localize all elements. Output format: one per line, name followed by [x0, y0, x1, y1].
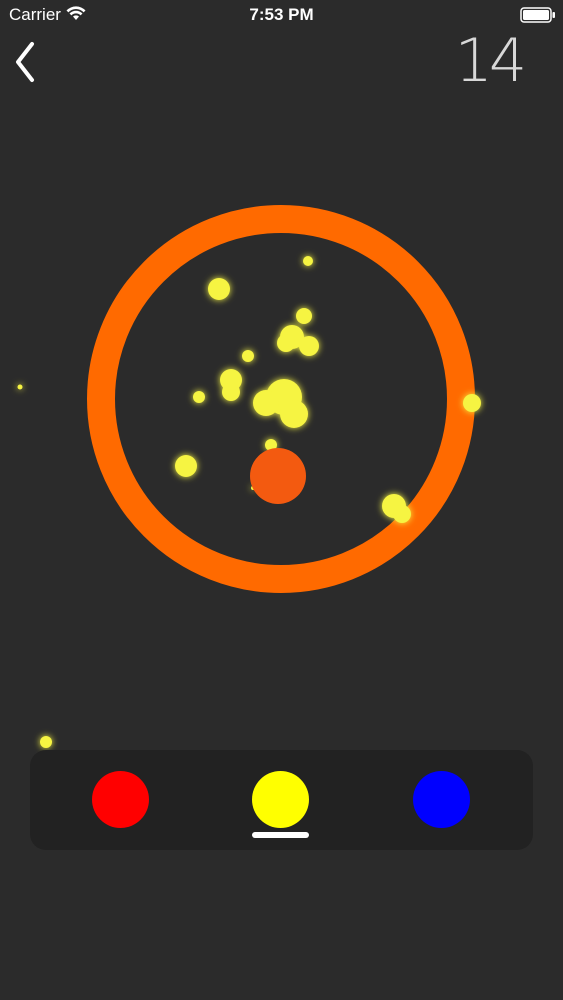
particle — [463, 394, 481, 412]
particle — [40, 736, 52, 748]
game-field[interactable] — [0, 0, 563, 1000]
particle — [242, 350, 254, 362]
blue-color-button[interactable] — [413, 771, 470, 828]
color-selector-panel — [30, 750, 533, 850]
yellow-color-button[interactable] — [252, 771, 309, 828]
particle — [303, 256, 313, 266]
particle — [175, 455, 197, 477]
particle — [277, 334, 295, 352]
particle — [393, 505, 411, 523]
center-core — [250, 448, 306, 504]
particle — [299, 336, 319, 356]
red-color-button[interactable] — [92, 771, 149, 828]
game-screen: Carrier 7:53 PM 14 — [0, 0, 563, 1000]
particle — [296, 308, 312, 324]
particle — [222, 383, 240, 401]
particle — [280, 400, 308, 428]
particle — [17, 384, 23, 390]
particle — [253, 390, 279, 416]
particle — [193, 391, 205, 403]
selected-color-indicator — [252, 832, 309, 838]
particle — [208, 278, 230, 300]
